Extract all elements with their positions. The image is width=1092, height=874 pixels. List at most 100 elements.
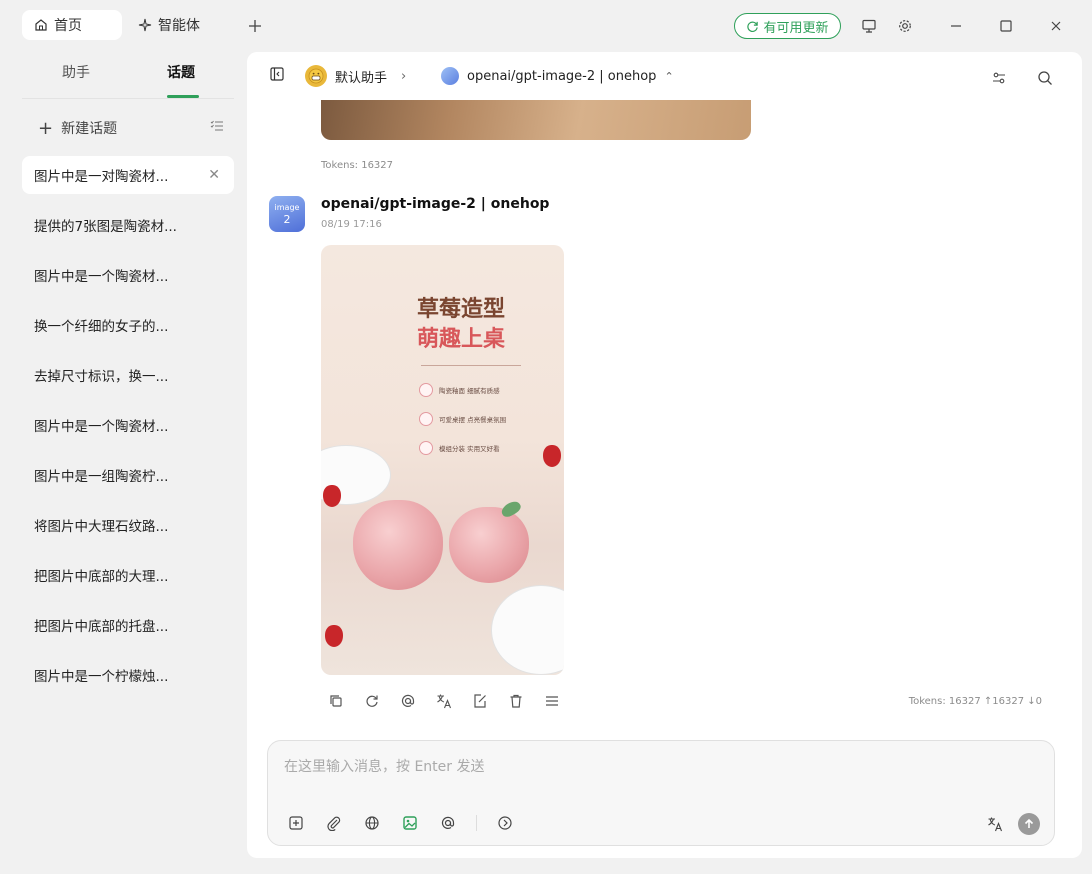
arrow-up-icon	[1024, 818, 1034, 828]
sidebar: 助手 话题 + 新建话题 图片中是一对陶瓷材... ✕ 提供的7张图是陶瓷材...…	[10, 52, 246, 862]
monitor-button[interactable]	[857, 14, 881, 38]
chat-header: 默认助手 › openai/gpt-image-2 | onehop ⌃	[247, 52, 1082, 100]
plate	[491, 585, 564, 675]
message-input[interactable]	[284, 755, 984, 779]
topic-item[interactable]: 换一个纤细的女子的...	[22, 306, 234, 344]
regenerate-icon[interactable]	[363, 692, 381, 710]
ceramic-strawberry	[353, 500, 443, 590]
close-icon[interactable]: ✕	[208, 167, 220, 183]
sparkle-icon	[138, 18, 152, 32]
message-author: openai/gpt-image-2 | onehop	[321, 196, 550, 212]
monitor-icon	[862, 19, 876, 33]
translate-icon[interactable]	[435, 692, 453, 710]
topic-item[interactable]: 将图片中大理石纹路...	[22, 506, 234, 544]
grinning-face-icon	[305, 65, 327, 87]
sliders-icon	[993, 72, 1005, 84]
model-selector[interactable]: openai/gpt-image-2 | onehop ⌃	[441, 67, 674, 85]
message-composer	[267, 740, 1055, 846]
settings-sliders-button[interactable]	[987, 66, 1011, 90]
toggle-sidebar-button[interactable]	[269, 66, 285, 82]
edit-icon[interactable]	[471, 692, 489, 710]
poster-feature: 可爱桌摆 点亮餐桌氛围	[419, 412, 506, 426]
previous-image[interactable]	[321, 100, 751, 140]
topic-item[interactable]: 把图片中底部的托盘...	[22, 606, 234, 644]
message-time: 08/19 17:16	[321, 219, 382, 230]
chat-panel: 默认助手 › openai/gpt-image-2 | onehop ⌃ Tok…	[247, 52, 1082, 858]
send-button[interactable]	[1018, 813, 1040, 835]
topic-item[interactable]: 把图片中底部的大理...	[22, 556, 234, 594]
sidebar-divider	[22, 98, 234, 99]
tab-agents-label: 智能体	[158, 18, 200, 34]
tab-agents[interactable]: 智能体	[138, 10, 200, 40]
new-topic-button[interactable]: + 新建话题	[22, 116, 234, 140]
poster-divider	[421, 365, 521, 366]
translate-icon	[988, 817, 1003, 832]
checklist-icon[interactable]	[210, 119, 224, 137]
settings-button[interactable]	[893, 14, 917, 38]
delete-icon[interactable]	[507, 692, 525, 710]
model-name: openai/gpt-image-2 | onehop	[467, 68, 657, 84]
composer-toolbar	[286, 813, 515, 833]
mention-icon[interactable]	[399, 692, 417, 710]
plus-icon: +	[38, 117, 54, 139]
poster-title-line1: 草莓造型	[417, 296, 506, 322]
image-generation-icon[interactable]	[400, 813, 420, 833]
sidebar-toggle-icon	[270, 67, 284, 81]
topic-item[interactable]: 图片中是一个陶瓷材...	[22, 256, 234, 294]
minimize-button[interactable]	[944, 14, 968, 38]
poster-title-line2: 萌趣上桌	[417, 326, 506, 352]
topic-list: 图片中是一对陶瓷材... ✕ 提供的7张图是陶瓷材... 图片中是一个陶瓷材...…	[22, 156, 234, 706]
tab-home-label: 首页	[54, 18, 82, 34]
topic-item[interactable]: 图片中是一对陶瓷材... ✕	[22, 156, 234, 194]
close-window-button[interactable]	[1044, 14, 1068, 38]
expand-more-icon[interactable]	[495, 813, 515, 833]
poster-feature: 陶瓷釉面 细腻有质感	[419, 383, 500, 397]
search-button[interactable]	[1033, 66, 1057, 90]
search-icon	[1038, 71, 1052, 85]
assistant-name: 默认助手	[335, 70, 388, 86]
new-context-icon[interactable]	[286, 813, 306, 833]
token-count: Tokens: 16327 ↑16327 ↓0	[908, 696, 1042, 707]
message-actions	[327, 692, 561, 710]
tab-home[interactable]: 首页	[22, 10, 122, 40]
chevron-updown-icon: ⌃	[664, 69, 674, 83]
model-avatar: image 2	[269, 196, 305, 232]
copy-icon[interactable]	[327, 692, 345, 710]
globe-icon[interactable]	[362, 813, 382, 833]
tab-assistants[interactable]: 助手	[62, 62, 90, 82]
maximize-icon	[1000, 20, 1012, 32]
topic-item[interactable]: 图片中是一组陶瓷柠...	[22, 456, 234, 494]
new-topic-label: 新建话题	[61, 121, 118, 137]
attachment-icon[interactable]	[324, 813, 344, 833]
chevron-right-icon: ›	[401, 68, 407, 84]
assistant-selector[interactable]: 默认助手 ›	[305, 65, 406, 87]
minimize-icon	[951, 25, 961, 27]
strawberry	[543, 445, 561, 467]
menu-icon[interactable]	[543, 692, 561, 710]
previous-token-count: Tokens: 16327	[321, 160, 394, 171]
plus-icon	[249, 20, 261, 32]
new-tab-button[interactable]	[243, 14, 267, 38]
topic-item[interactable]: 图片中是一个陶瓷材...	[22, 406, 234, 444]
maximize-button[interactable]	[994, 14, 1018, 38]
ceramic-strawberry	[449, 507, 529, 583]
update-label: 有可用更新	[763, 20, 829, 36]
title-bar: 首页 智能体 有可用更新	[0, 0, 1092, 52]
toolbar-divider	[476, 815, 477, 831]
model-avatar	[441, 67, 459, 85]
strawberry	[323, 485, 341, 507]
strawberry	[325, 625, 343, 647]
translate-input-button[interactable]	[984, 813, 1006, 835]
close-icon	[1051, 21, 1061, 31]
mention-model-icon[interactable]	[438, 813, 458, 833]
tab-topics[interactable]: 话题	[167, 62, 195, 82]
gear-icon	[899, 20, 911, 32]
refresh-icon	[747, 21, 759, 32]
update-available-button[interactable]: 有可用更新	[734, 13, 841, 39]
active-tab-indicator	[167, 95, 199, 98]
topic-item[interactable]: 图片中是一个柠檬烛...	[22, 656, 234, 694]
home-icon	[35, 19, 47, 31]
topic-item[interactable]: 提供的7张图是陶瓷材...	[22, 206, 234, 244]
generated-image[interactable]: 草莓造型 萌趣上桌 陶瓷釉面 细腻有质感 可爱桌摆 点亮餐桌氛围 模组分装 实用…	[321, 245, 564, 675]
topic-item[interactable]: 去掉尺寸标识，换一...	[22, 356, 234, 394]
